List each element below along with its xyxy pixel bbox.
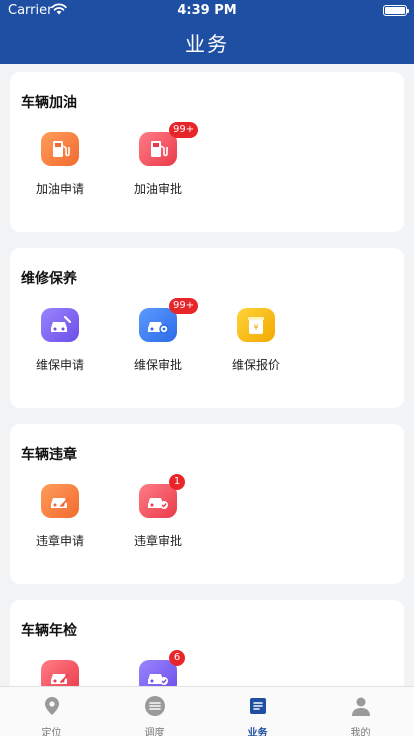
section-card-fuel: 车辆加油 加油申请 99+ 加油审批 [10, 72, 404, 232]
tab-bar: 定位 调度 业务 我的 [0, 686, 414, 736]
car-gear-icon: 99+ [139, 298, 199, 342]
section-title: 车辆加油 [21, 95, 77, 111]
dispatch-icon [144, 696, 165, 716]
tab-mine[interactable]: 我的 [309, 687, 412, 736]
battery-icon [383, 5, 409, 16]
item-inspection-apply[interactable] [11, 660, 109, 686]
status-bar: Carrier 4:39 PM [0, 0, 414, 22]
item-label: 加油审批 [133, 182, 182, 196]
content-scroll-area[interactable]: 车辆加油 加油申请 99+ 加油审批 维修保养 维保申请 99+ 维保审批 ¥ … [0, 64, 414, 686]
tab-business[interactable]: 业务 [206, 687, 309, 736]
section-title: 车辆违章 [21, 447, 77, 463]
item-label: 违章审批 [133, 534, 182, 548]
tab-label: 业务 [247, 728, 268, 736]
fuel-pump-icon: 99+ [139, 122, 199, 166]
business-icon [249, 698, 266, 714]
notification-badge: 99+ [169, 122, 199, 138]
user-icon [351, 697, 370, 716]
item-label: 维保报价 [231, 358, 280, 372]
item-fuel-apply[interactable]: 加油申请 [11, 132, 109, 197]
car-edit-icon [41, 484, 79, 518]
item-maintenance-apply[interactable]: 维保申请 [11, 308, 109, 373]
car-edit-icon [41, 660, 79, 686]
section-card-maintenance: 维修保养 维保申请 99+ 维保审批 ¥ 维保报价 [10, 248, 404, 408]
fuel-pump-icon [41, 132, 79, 166]
tab-label: 我的 [350, 728, 371, 736]
car-wrench-icon [41, 308, 79, 342]
app-header: Carrier 4:39 PM 业务 [0, 0, 414, 64]
tab-dispatch[interactable]: 调度 [103, 687, 206, 736]
car-approve-icon: 6 [139, 650, 185, 686]
item-fuel-approve[interactable]: 99+ 加油审批 [109, 122, 207, 197]
item-label: 维保申请 [35, 358, 84, 372]
item-maintenance-approve[interactable]: 99+ 维保审批 [109, 298, 207, 373]
car-approve-icon: 1 [139, 474, 185, 518]
location-pin-icon [44, 697, 59, 715]
section-title: 车辆年检 [21, 623, 77, 639]
item-violation-apply[interactable]: 违章申请 [11, 484, 109, 549]
notification-badge: 1 [169, 474, 185, 490]
price-quote-icon: ¥ [237, 308, 275, 342]
tab-label: 调度 [144, 728, 165, 736]
item-violation-approve[interactable]: 1 违章审批 [109, 474, 207, 549]
item-label: 加油申请 [35, 182, 84, 196]
svg-text:¥: ¥ [253, 323, 258, 332]
notification-badge: 99+ [169, 298, 199, 314]
tab-location[interactable]: 定位 [0, 687, 103, 736]
notification-badge: 6 [169, 650, 185, 666]
clock: 4:39 PM [177, 3, 237, 18]
section-card-inspection: 车辆年检 6 [10, 600, 404, 686]
section-card-violation: 车辆违章 违章申请 1 违章审批 [10, 424, 404, 584]
tab-label: 定位 [41, 728, 62, 736]
page-title: 业务 [185, 32, 229, 56]
item-maintenance-quote[interactable]: ¥ 维保报价 [207, 308, 305, 373]
section-title: 维修保养 [21, 271, 77, 287]
item-label: 违章申请 [35, 534, 84, 548]
item-label: 维保审批 [133, 358, 182, 372]
item-inspection-approve[interactable]: 6 [109, 650, 207, 686]
